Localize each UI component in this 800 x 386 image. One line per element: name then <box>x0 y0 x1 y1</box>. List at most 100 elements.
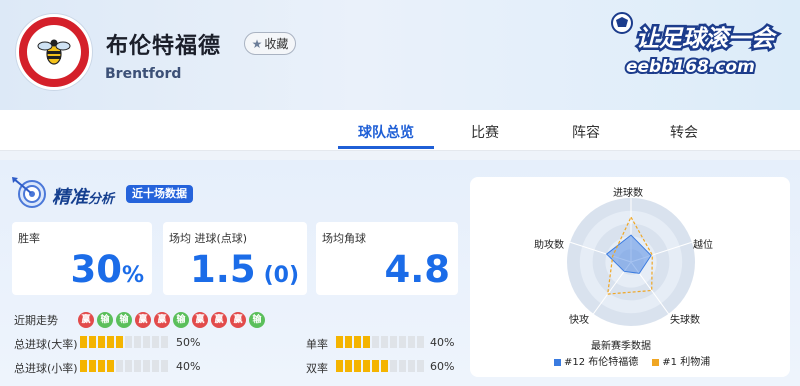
over-small-segment <box>143 360 150 372</box>
radar-axis-offside: 越位 <box>693 240 713 251</box>
form-result-1: 赢 <box>78 312 94 328</box>
team-name-english: Brentford <box>105 66 182 82</box>
radar-legend: #12 布伦特福德 #1 利物浦 <box>554 353 710 368</box>
odd-segment <box>336 336 343 348</box>
even-segment <box>390 360 397 372</box>
form-result-7: 赢 <box>192 312 208 328</box>
star-icon: ★ <box>251 36 263 51</box>
win-rate-value: 30% <box>70 248 144 291</box>
tab-squad[interactable]: 阵容 <box>536 122 636 142</box>
odd-segment <box>354 336 361 348</box>
over-big-segment <box>143 336 150 348</box>
even-value: 60% <box>430 360 455 373</box>
even-segment <box>399 360 406 372</box>
radar-axis-conceded: 失球数 <box>670 315 700 326</box>
brand-slogan: 让足球滚一会 <box>636 26 777 52</box>
over-small-segment <box>80 360 87 372</box>
team-logo <box>16 14 92 90</box>
even-segment <box>372 360 379 372</box>
over-small-segment <box>125 360 132 372</box>
even-segment <box>381 360 388 372</box>
even-label: 双率 <box>306 362 328 375</box>
odd-label: 单率 <box>306 338 328 351</box>
form-result-4: 赢 <box>135 312 151 328</box>
odd-segment <box>363 336 370 348</box>
over-small-bar <box>80 360 168 372</box>
over-small-segment <box>116 360 123 372</box>
bee-icon <box>37 39 71 65</box>
over-big-value: 50% <box>176 336 201 349</box>
favorite-label: 收藏 <box>264 37 289 51</box>
avg-corners-card: 场均角球 4.8 <box>316 222 458 295</box>
analysis-title: 精准分析 <box>52 183 114 209</box>
over-small-segment <box>161 360 168 372</box>
target-icon <box>12 177 46 208</box>
radar-chart: 进球数 越位 失球数 快攻 助攻数 最新赛季数据 #12 布伦特福德 #1 利物… <box>470 177 790 377</box>
over-big-segment <box>152 336 159 348</box>
over-big-segment <box>134 336 141 348</box>
form-result-8: 赢 <box>211 312 227 328</box>
legend-item-liverpool: #1 利物浦 <box>652 353 710 368</box>
radar-axis-goals: 进球数 <box>613 188 643 199</box>
odd-bar <box>336 336 424 348</box>
over-big-segment <box>89 336 96 348</box>
over-small-segment <box>107 360 114 372</box>
tab-overview[interactable]: 球队总览 <box>336 122 436 142</box>
last-ten-badge: 近十场数据 <box>126 185 193 203</box>
over-small-segment <box>152 360 159 372</box>
win-rate-card: 胜率 30% <box>12 222 152 295</box>
legend-item-brentford: #12 布伦特福德 <box>554 353 638 368</box>
form-result-3: 输 <box>116 312 132 328</box>
over-big-segment <box>161 336 168 348</box>
recent-form-results: 赢输输赢赢输赢赢赢输 <box>78 312 265 328</box>
tab-bar: 球队总览 比赛 阵容 转会 <box>0 110 800 151</box>
odd-segment <box>372 336 379 348</box>
even-segment <box>336 360 343 372</box>
over-small-segment <box>134 360 141 372</box>
avg-goals-label: 场均 进球(点球) <box>169 232 248 245</box>
brand-site: eebb168.com <box>626 57 755 77</box>
over-small-segment <box>98 360 105 372</box>
recent-form-label: 近期走势 <box>14 314 58 327</box>
radar-axis-counter: 快攻 <box>569 315 589 326</box>
over-big-segment <box>98 336 105 348</box>
over-big-segment <box>107 336 114 348</box>
form-result-2: 输 <box>97 312 113 328</box>
radar-legend-title: 最新赛季数据 <box>591 341 651 352</box>
team-header: 布伦特福德 ★ 收藏 Brentford 让足球滚一会 eebb168.com <box>0 0 800 110</box>
even-segment <box>408 360 415 372</box>
even-segment <box>345 360 352 372</box>
odd-segment <box>399 336 406 348</box>
form-result-6: 输 <box>173 312 189 328</box>
analysis-title-sub: 分析 <box>88 192 115 207</box>
over-big-label: 总进球(大率) <box>14 338 78 351</box>
form-result-10: 输 <box>249 312 265 328</box>
over-small-label: 总进球(小率) <box>14 362 78 375</box>
avg-goals-value: 1.5 (0) <box>190 248 299 291</box>
over-big-bar <box>80 336 168 348</box>
tab-matches[interactable]: 比赛 <box>435 122 535 142</box>
form-result-9: 赢 <box>230 312 246 328</box>
even-segment <box>354 360 361 372</box>
favorite-button[interactable]: ★ 收藏 <box>244 32 296 55</box>
avg-corners-label: 场均角球 <box>322 232 366 245</box>
avg-corners-value: 4.8 <box>384 248 450 291</box>
team-name: 布伦特福德 <box>106 34 222 59</box>
odd-segment <box>345 336 352 348</box>
even-bar <box>336 360 424 372</box>
odd-segment <box>417 336 424 348</box>
active-tab-indicator <box>338 146 434 149</box>
over-big-segment <box>116 336 123 348</box>
form-result-5: 赢 <box>154 312 170 328</box>
odd-segment <box>381 336 388 348</box>
even-segment <box>417 360 424 372</box>
odd-segment <box>390 336 397 348</box>
win-rate-label: 胜率 <box>18 232 40 245</box>
even-segment <box>363 360 370 372</box>
over-small-segment <box>89 360 96 372</box>
avg-goals-card: 场均 进球(点球) 1.5 (0) <box>163 222 307 295</box>
radar-axis-assists: 助攻数 <box>534 240 564 251</box>
odd-segment <box>408 336 415 348</box>
over-big-segment <box>125 336 132 348</box>
tab-transfers[interactable]: 转会 <box>634 122 734 142</box>
